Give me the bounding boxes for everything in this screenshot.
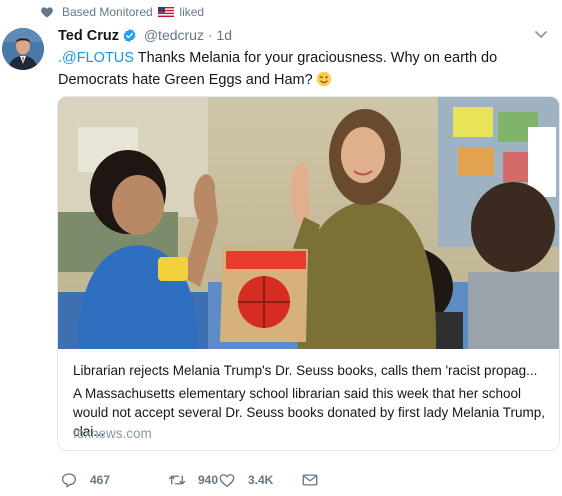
handle[interactable]: @tedcruz <box>144 27 204 43</box>
social-context-action: liked <box>179 5 205 19</box>
retweet-count: 940 <box>198 473 219 487</box>
like-button[interactable]: 3.4K <box>218 468 288 492</box>
social-context: Based Monitored liked <box>0 0 562 26</box>
tweet-text: .@FLOTUS Thanks Melania for your graciou… <box>58 47 558 91</box>
display-name[interactable]: Ted Cruz <box>58 28 119 44</box>
retweet-icon <box>168 475 186 485</box>
separator-dot: · <box>207 27 213 43</box>
tweet-actions: 467 940 3.4K <box>58 468 558 492</box>
mention-link[interactable]: .@FLOTUS <box>58 50 134 66</box>
chevron-down-icon[interactable] <box>534 30 548 40</box>
envelope-icon <box>302 474 318 486</box>
reply-icon <box>61 473 77 488</box>
winking-face-emoji <box>316 71 331 87</box>
timestamp[interactable]: 1d <box>216 27 232 43</box>
heart-outline-icon <box>219 474 235 488</box>
avatar-image <box>2 28 44 70</box>
verified-badge-icon <box>123 28 136 43</box>
social-context-text: Based Monitored liked <box>62 5 204 19</box>
tweet-header: Ted Cruz @tedcruz · 1d <box>58 27 232 47</box>
reply-count: 467 <box>90 473 111 487</box>
card-title: Librarian rejects Melania Trump's Dr. Se… <box>73 363 538 378</box>
direct-message-button[interactable] <box>301 468 331 492</box>
card-image <box>58 97 559 349</box>
card-domain: foxnews.com <box>73 426 152 441</box>
reply-button[interactable]: 467 <box>60 468 130 492</box>
link-card[interactable]: Librarian rejects Melania Trump's Dr. Se… <box>57 96 560 451</box>
us-flag-icon <box>158 7 175 17</box>
avatar[interactable] <box>2 28 44 70</box>
social-context-actor[interactable]: Based Monitored <box>62 5 153 19</box>
heart-icon <box>41 7 53 18</box>
like-count: 3.4K <box>248 473 274 487</box>
